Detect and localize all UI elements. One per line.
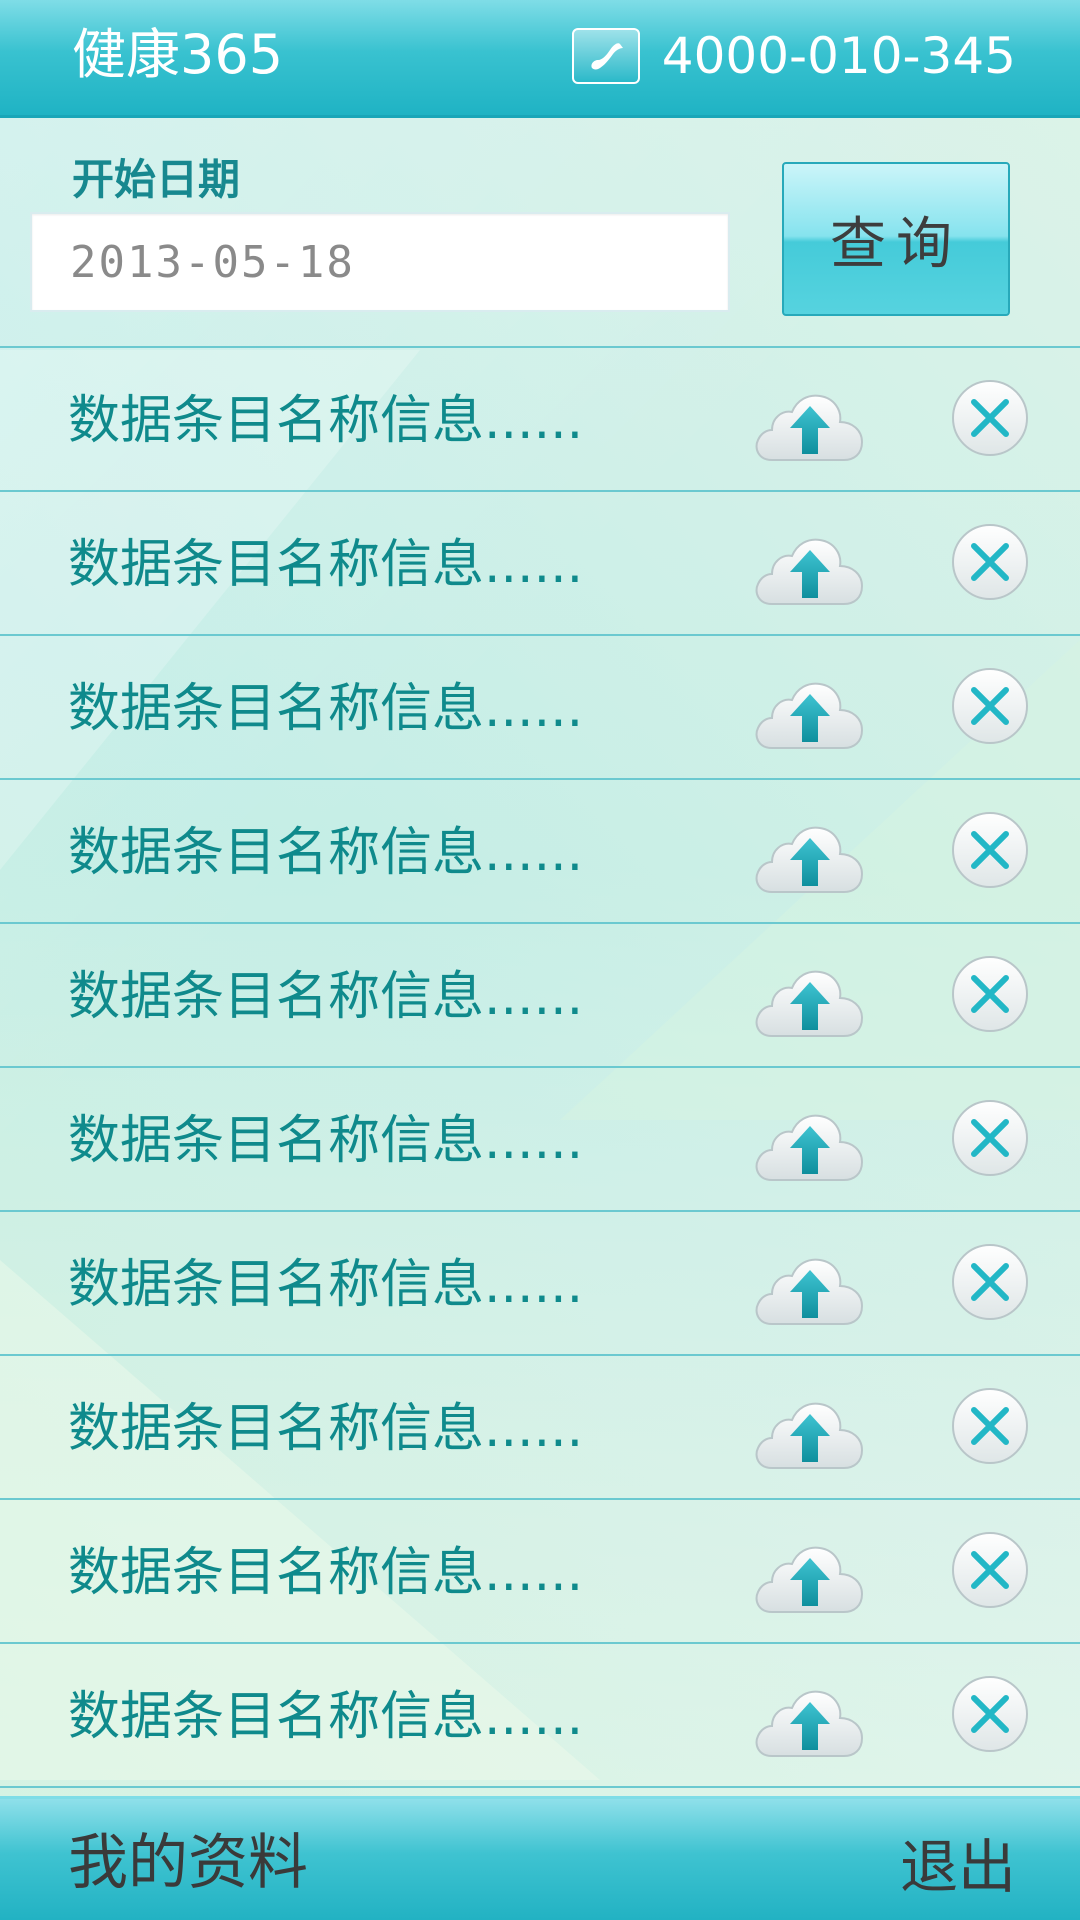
item-name: 数据条目名称信息...... (68, 967, 584, 1027)
hotline-number[interactable]: 4000-010-345 (662, 24, 1016, 88)
app-footer: 我的资料 退出 (0, 1796, 1080, 1920)
close-icon[interactable] (950, 522, 1030, 602)
close-icon[interactable] (950, 1242, 1030, 1322)
start-date-input[interactable] (30, 212, 730, 312)
phone-handset-icon (591, 43, 623, 70)
list-item[interactable]: 数据条目名称信息...... (0, 490, 1080, 634)
cloud-upload-icon[interactable] (752, 1102, 868, 1186)
item-name: 数据条目名称信息...... (68, 1255, 584, 1315)
app-header: 健康365 4000-010-345 (0, 0, 1080, 118)
item-name: 数据条目名称信息...... (68, 535, 584, 595)
close-icon[interactable] (950, 1386, 1030, 1466)
hotline[interactable]: 4000-010-345 (571, 24, 1016, 88)
item-name: 数据条目名称信息...... (68, 1111, 584, 1171)
list-item[interactable]: 数据条目名称信息...... (0, 778, 1080, 922)
list-item[interactable]: 数据条目名称信息...... (0, 1354, 1080, 1498)
cloud-upload-icon[interactable] (752, 958, 868, 1042)
list-item[interactable]: 数据条目名称信息...... (0, 346, 1080, 490)
list-item[interactable]: 数据条目名称信息...... (0, 1066, 1080, 1210)
data-list: 数据条目名称信息...... 数据条目名称信息...... 数据条目名称信息..… (0, 346, 1080, 1788)
list-item[interactable]: 数据条目名称信息...... (0, 922, 1080, 1066)
close-icon[interactable] (950, 666, 1030, 746)
cloud-upload-icon[interactable] (752, 814, 868, 898)
start-date-label: 开始日期 (72, 155, 241, 204)
cloud-upload-icon[interactable] (752, 382, 868, 466)
close-icon[interactable] (950, 954, 1030, 1034)
list-item[interactable]: 数据条目名称信息...... (0, 1210, 1080, 1354)
logout-button[interactable]: 退出 (900, 1831, 1016, 1903)
item-name: 数据条目名称信息...... (68, 679, 584, 739)
close-icon[interactable] (950, 810, 1030, 890)
item-name: 数据条目名称信息...... (68, 391, 584, 451)
cloud-upload-icon[interactable] (752, 1390, 868, 1474)
cloud-upload-icon[interactable] (752, 1246, 868, 1330)
list-item[interactable]: 数据条目名称信息...... (0, 1642, 1080, 1786)
app-title: 健康365 (72, 23, 284, 86)
item-name: 数据条目名称信息...... (68, 823, 584, 883)
cloud-upload-icon[interactable] (752, 670, 868, 754)
list-item[interactable]: 数据条目名称信息...... (0, 1498, 1080, 1642)
list-divider (0, 1786, 1080, 1788)
list-item[interactable]: 数据条目名称信息...... (0, 634, 1080, 778)
item-name: 数据条目名称信息...... (68, 1543, 584, 1603)
cloud-upload-icon[interactable] (752, 1678, 868, 1762)
close-icon[interactable] (950, 1674, 1030, 1754)
query-button[interactable]: 查询 (782, 162, 1010, 316)
item-name: 数据条目名称信息...... (68, 1399, 584, 1459)
close-icon[interactable] (950, 1098, 1030, 1178)
cloud-upload-icon[interactable] (752, 526, 868, 610)
close-icon[interactable] (950, 1530, 1030, 1610)
cloud-upload-icon[interactable] (752, 1534, 868, 1618)
close-icon[interactable] (950, 378, 1030, 458)
phone-icon[interactable] (571, 28, 640, 84)
my-profile-button[interactable]: 我的资料 (68, 1827, 308, 1899)
item-name: 数据条目名称信息...... (68, 1687, 584, 1747)
